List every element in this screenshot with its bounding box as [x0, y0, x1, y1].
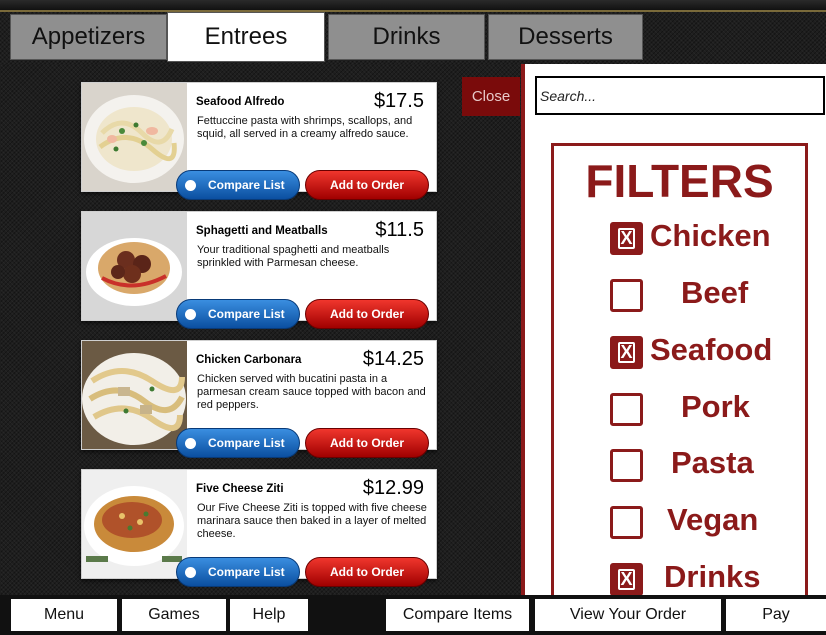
compare-items-button[interactable]: Compare Items: [386, 599, 529, 631]
filter-vegan[interactable]: Vegan: [554, 500, 805, 544]
help-button[interactable]: Help: [230, 599, 308, 631]
filter-beef[interactable]: Beef: [554, 273, 805, 317]
compare-list-label: Compare List: [208, 565, 285, 579]
add-to-order-button[interactable]: Add to Order: [305, 170, 429, 200]
compare-list-label: Compare List: [208, 178, 285, 192]
filter-seafood[interactable]: X Seafood: [554, 330, 805, 374]
pay-button[interactable]: Pay: [726, 599, 826, 631]
radio-dot-icon: [185, 438, 196, 449]
dish-description: Our Five Cheese Ziti is topped with five…: [197, 502, 427, 540]
view-your-order-button[interactable]: View Your Order: [535, 599, 721, 631]
dish-price: $17.5: [373, 90, 424, 112]
radio-dot-icon: [185, 309, 196, 320]
dish-photo: [82, 341, 187, 449]
filter-label: Vegan: [667, 502, 759, 537]
bottom-nav-bar: Menu Games Help Compare Items View Your …: [0, 595, 826, 635]
search-input[interactable]: [535, 76, 825, 115]
filter-label: Pork: [681, 389, 750, 424]
x-checkbox-icon[interactable]: X: [610, 222, 643, 255]
filter-label: Chicken: [650, 218, 771, 253]
dish-price: $11.5: [375, 219, 424, 241]
filter-chicken[interactable]: X Chicken: [554, 216, 805, 260]
filter-label: Beef: [681, 275, 749, 310]
dish-name: Seafood Alfredo: [196, 96, 285, 108]
filter-pork[interactable]: Pork: [554, 387, 805, 431]
filter-label: Drinks: [664, 559, 761, 594]
top-strip: [0, 0, 826, 12]
compare-list-button[interactable]: Compare List: [176, 299, 300, 329]
tab-drinks[interactable]: Drinks: [328, 14, 485, 60]
dish-name: Sphagetti and Meatballs: [196, 225, 328, 237]
dish-price: $12.99: [362, 477, 424, 499]
dish-name: Five Cheese Ziti: [196, 483, 284, 495]
tab-desserts[interactable]: Desserts: [488, 14, 643, 60]
filters-box: FILTERS X Chicken Beef X Seafood Pork Pa…: [551, 143, 808, 598]
checkbox-icon[interactable]: [610, 279, 643, 312]
menu-items-panel: Seafood Alfredo $17.5 Fettuccine pasta w…: [0, 64, 523, 595]
compare-list-button[interactable]: Compare List: [176, 557, 300, 587]
tab-appetizers[interactable]: Appetizers: [10, 14, 167, 60]
compare-list-button[interactable]: Compare List: [176, 428, 300, 458]
x-checkbox-icon[interactable]: X: [610, 336, 643, 369]
checkbox-icon[interactable]: [610, 449, 643, 482]
filter-label: Seafood: [650, 332, 773, 367]
dish-photo: [82, 83, 187, 191]
filter-pasta[interactable]: Pasta: [554, 443, 805, 487]
add-to-order-button[interactable]: Add to Order: [305, 299, 429, 329]
menu-button[interactable]: Menu: [11, 599, 117, 631]
category-tab-bar: Appetizers Entrees Drinks Desserts: [0, 12, 826, 64]
filters-title: FILTERS: [585, 155, 774, 207]
add-to-order-button[interactable]: Add to Order: [305, 557, 429, 587]
checkbox-icon[interactable]: [610, 506, 643, 539]
dish-description: Fettuccine pasta with shrimps, scallops,…: [197, 115, 413, 140]
dish-description: Chicken served with bucatini pasta in a …: [197, 373, 426, 411]
checkbox-icon[interactable]: [610, 393, 643, 426]
dish-price: $14.25: [362, 348, 424, 370]
filter-label: Pasta: [671, 445, 754, 480]
compare-list-label: Compare List: [208, 307, 285, 321]
tab-entrees[interactable]: Entrees: [167, 12, 325, 62]
radio-dot-icon: [185, 567, 196, 578]
dish-photo: [82, 470, 187, 578]
games-button[interactable]: Games: [122, 599, 226, 631]
x-checkbox-icon[interactable]: X: [610, 563, 643, 596]
compare-list-button[interactable]: Compare List: [176, 170, 300, 200]
dish-name: Chicken Carbonara: [196, 354, 302, 366]
dish-photo: [82, 212, 187, 320]
add-to-order-button[interactable]: Add to Order: [305, 428, 429, 458]
radio-dot-icon: [185, 180, 196, 191]
compare-list-label: Compare List: [208, 436, 285, 450]
close-button[interactable]: Close: [462, 77, 520, 116]
dish-description: Your traditional spaghetti and meatballs…: [197, 244, 390, 269]
